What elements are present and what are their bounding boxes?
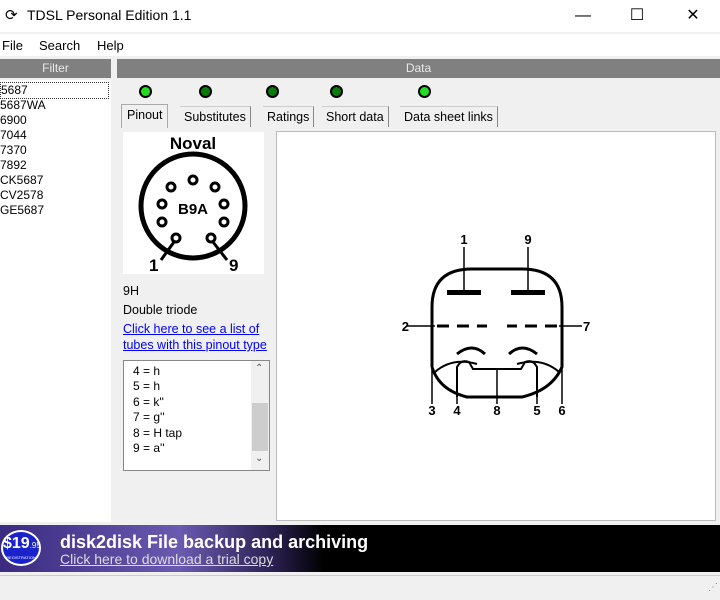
status-led (418, 85, 431, 98)
pin-item: 4 = h (133, 364, 161, 378)
list-item[interactable]: 7044 (0, 128, 27, 143)
scroll-up-icon[interactable]: ⌃ (255, 363, 263, 374)
status-led (330, 85, 343, 98)
diagram-pin-label: 6 (558, 403, 565, 418)
base-code: B9A (178, 201, 208, 218)
ad-banner[interactable]: $19.95 REGISTRATION disk2disk File backu… (0, 525, 720, 572)
filter-header: Filter (0, 59, 111, 78)
data-header: Data (117, 59, 720, 78)
minimize-button[interactable]: — (560, 0, 606, 32)
pin-list[interactable]: 4 = h 5 = h 6 = k'' 7 = g'' 8 = H tap 9 … (123, 360, 270, 471)
price-main: $19 (3, 535, 30, 552)
scrollbar-thumb[interactable] (252, 403, 268, 451)
tab-substitutes[interactable]: Substitutes (180, 106, 251, 127)
diagram-pin-label: 3 (428, 403, 435, 418)
tab-pinout[interactable]: Pinout (121, 104, 169, 128)
tab-short-data[interactable]: Short data (322, 106, 389, 127)
pin-item: 6 = k'' (133, 395, 164, 409)
price-sub: REGISTRATION (6, 555, 36, 560)
tab-ratings[interactable]: Ratings (263, 106, 315, 127)
status-led (199, 85, 212, 98)
list-item[interactable]: 5687WA (0, 98, 46, 113)
window-title: TDSL Personal Edition 1.1 (27, 7, 192, 23)
status-led (266, 85, 279, 98)
list-item[interactable]: 7370 (0, 143, 27, 158)
list-item[interactable]: GE5687 (0, 203, 44, 218)
close-button[interactable]: ✕ (670, 0, 716, 32)
price-badge: $19.95 REGISTRATION (1, 530, 41, 566)
menu-file[interactable]: File (2, 38, 23, 53)
list-item[interactable]: 7892 (0, 158, 27, 173)
diagram-pin-label: 2 (402, 319, 409, 334)
base-pin-label: 1 (149, 256, 158, 274)
menu-help[interactable]: Help (97, 38, 124, 53)
diagram-pin-label: 5 (533, 403, 540, 418)
pin-item: 8 = H tap (133, 426, 183, 440)
list-item[interactable]: CV2578 (0, 188, 43, 203)
base-pin-label: 9 (229, 256, 238, 274)
tube-list[interactable]: 5687 5687WA 6900 7044 7370 7892 CK5687 C… (0, 80, 111, 522)
pin-item: 7 = g'' (133, 410, 165, 424)
base-pinout-image: Noval B9A 1 9 (123, 132, 264, 275)
maximize-button[interactable]: ☐ (614, 0, 660, 32)
banner-link[interactable]: Click here to download a trial copy (60, 551, 273, 567)
diagram-pin-label: 7 (583, 319, 590, 334)
tab-data-sheet-links[interactable]: Data sheet links (400, 106, 498, 127)
diagram-pin-label: 4 (453, 403, 461, 418)
banner-headline: disk2disk File backup and archiving (60, 532, 369, 552)
list-item[interactable]: 6900 (0, 113, 27, 128)
menu-search[interactable]: Search (39, 38, 80, 53)
pin-item: 9 = a'' (133, 441, 165, 455)
diagram-pin-label: 8 (493, 403, 500, 418)
pinout-code: 9H (123, 284, 139, 298)
tube-schematic: 1 9 2 7 3 4 8 5 6 (276, 131, 716, 521)
status-led (139, 85, 152, 98)
scrollbar[interactable]: ⌃ ⌄ (251, 361, 269, 470)
price-cents: .95 (29, 541, 41, 550)
status-bar: ⋰ (0, 575, 720, 597)
pin-item: 5 = h (133, 379, 161, 393)
diagram-pin-label: 1 (460, 232, 467, 247)
pinout-link-line1[interactable]: Click here to see a list of (123, 322, 259, 336)
list-item[interactable]: CK5687 (0, 173, 43, 188)
diagram-pin-label: 9 (524, 232, 531, 247)
list-item[interactable]: 5687 (0, 82, 109, 99)
scroll-down-icon[interactable]: ⌄ (255, 453, 263, 464)
resize-grip-icon[interactable]: ⋰ (708, 582, 718, 593)
tube-type: Double triode (123, 303, 198, 317)
base-name: Noval (170, 134, 216, 153)
pinout-link-line2[interactable]: tubes with this pinout type (123, 338, 267, 352)
app-icon: ⟳ (5, 7, 18, 24)
